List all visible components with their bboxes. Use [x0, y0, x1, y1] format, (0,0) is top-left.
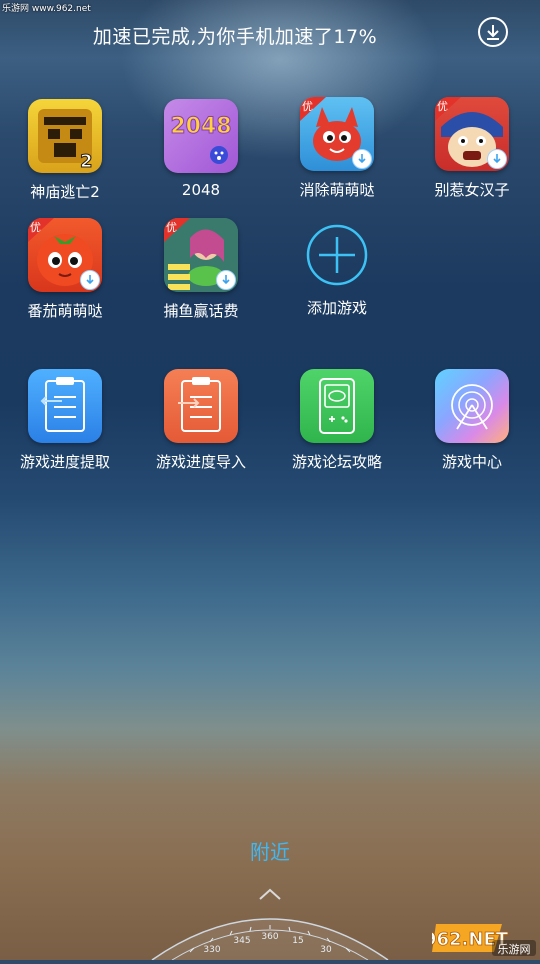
tool-progress-import[interactable]: 游戏进度导入 [141, 369, 261, 472]
add-circle-icon [305, 223, 369, 287]
svg-text:2048: 2048 [170, 114, 231, 139]
game-center-icon [435, 369, 509, 443]
game-label: 2048 [181, 181, 221, 199]
game-cute-eliminate[interactable]: 优 消除萌萌哒 [277, 97, 397, 200]
site-watermark: 乐游网 www.962.net [2, 4, 91, 14]
compass-tick-label: 360 [261, 932, 278, 942]
svg-text:乐游网: 乐游网 [498, 943, 531, 956]
compass-tick-label: 30 [320, 945, 332, 955]
download-badge-icon [352, 149, 372, 169]
progress-import-icon [164, 369, 238, 443]
download-circle-icon[interactable] [478, 17, 508, 47]
game-label: 别惹女汉子 [434, 181, 510, 199]
download-badge-icon [216, 270, 236, 290]
game-2048[interactable]: 2048 2048 [141, 99, 261, 199]
tool-label: 游戏论坛攻略 [291, 453, 382, 471]
2048-icon: 2048 [164, 99, 238, 173]
svg-text:2: 2 [80, 151, 93, 172]
nearby-label[interactable]: 附近 [0, 836, 540, 865]
download-badge-icon [80, 270, 100, 290]
compass-tick-label: 345 [233, 936, 250, 946]
forum-guide-icon [300, 369, 374, 443]
boost-status-text: 加速已完成,为你手机加速了17% [92, 26, 378, 48]
tough-girl-icon: 优 [435, 97, 509, 171]
compass-tick-label: 330 [203, 945, 220, 955]
progress-extract-icon [28, 369, 102, 443]
add-game-button[interactable]: 添加游戏 [277, 223, 397, 318]
fishing-icon: 优 [164, 218, 238, 292]
tomato-icon: 优 [28, 218, 102, 292]
game-tomato[interactable]: 优 番茄萌萌哒 [5, 218, 125, 321]
add-game-label: 添加游戏 [306, 299, 367, 317]
compass-tick-label: 15 [292, 936, 303, 946]
tool-progress-extract[interactable]: 游戏进度提取 [5, 369, 125, 472]
site-logo-watermark: 962.NET 乐游网 [424, 918, 538, 958]
tool-label: 游戏进度导入 [155, 453, 246, 471]
tool-label: 游戏中心 [441, 453, 502, 471]
tool-label: 游戏进度提取 [19, 453, 110, 471]
game-label: 神庙逃亡2 [30, 183, 100, 201]
tool-forum-guide[interactable]: 游戏论坛攻略 [277, 369, 397, 472]
game-fishing[interactable]: 优 捕鱼赢话费 [141, 218, 261, 321]
game-label: 消除萌萌哒 [299, 181, 375, 199]
chevron-up-icon[interactable] [258, 886, 282, 905]
game-tough-girl[interactable]: 优 别惹女汉子 [412, 97, 532, 200]
tool-game-center[interactable]: 游戏中心 [412, 369, 532, 472]
game-temple-run-2[interactable]: 2 神庙逃亡2 [5, 99, 125, 202]
temple-run-2-icon: 2 [28, 99, 102, 173]
cute-eliminate-icon: 优 [300, 97, 374, 171]
game-label: 番茄萌萌哒 [27, 302, 103, 320]
compass-dial: 330 345 360 15 30 [150, 908, 390, 964]
download-badge-icon [487, 149, 507, 169]
game-label: 捕鱼赢话费 [163, 302, 239, 320]
